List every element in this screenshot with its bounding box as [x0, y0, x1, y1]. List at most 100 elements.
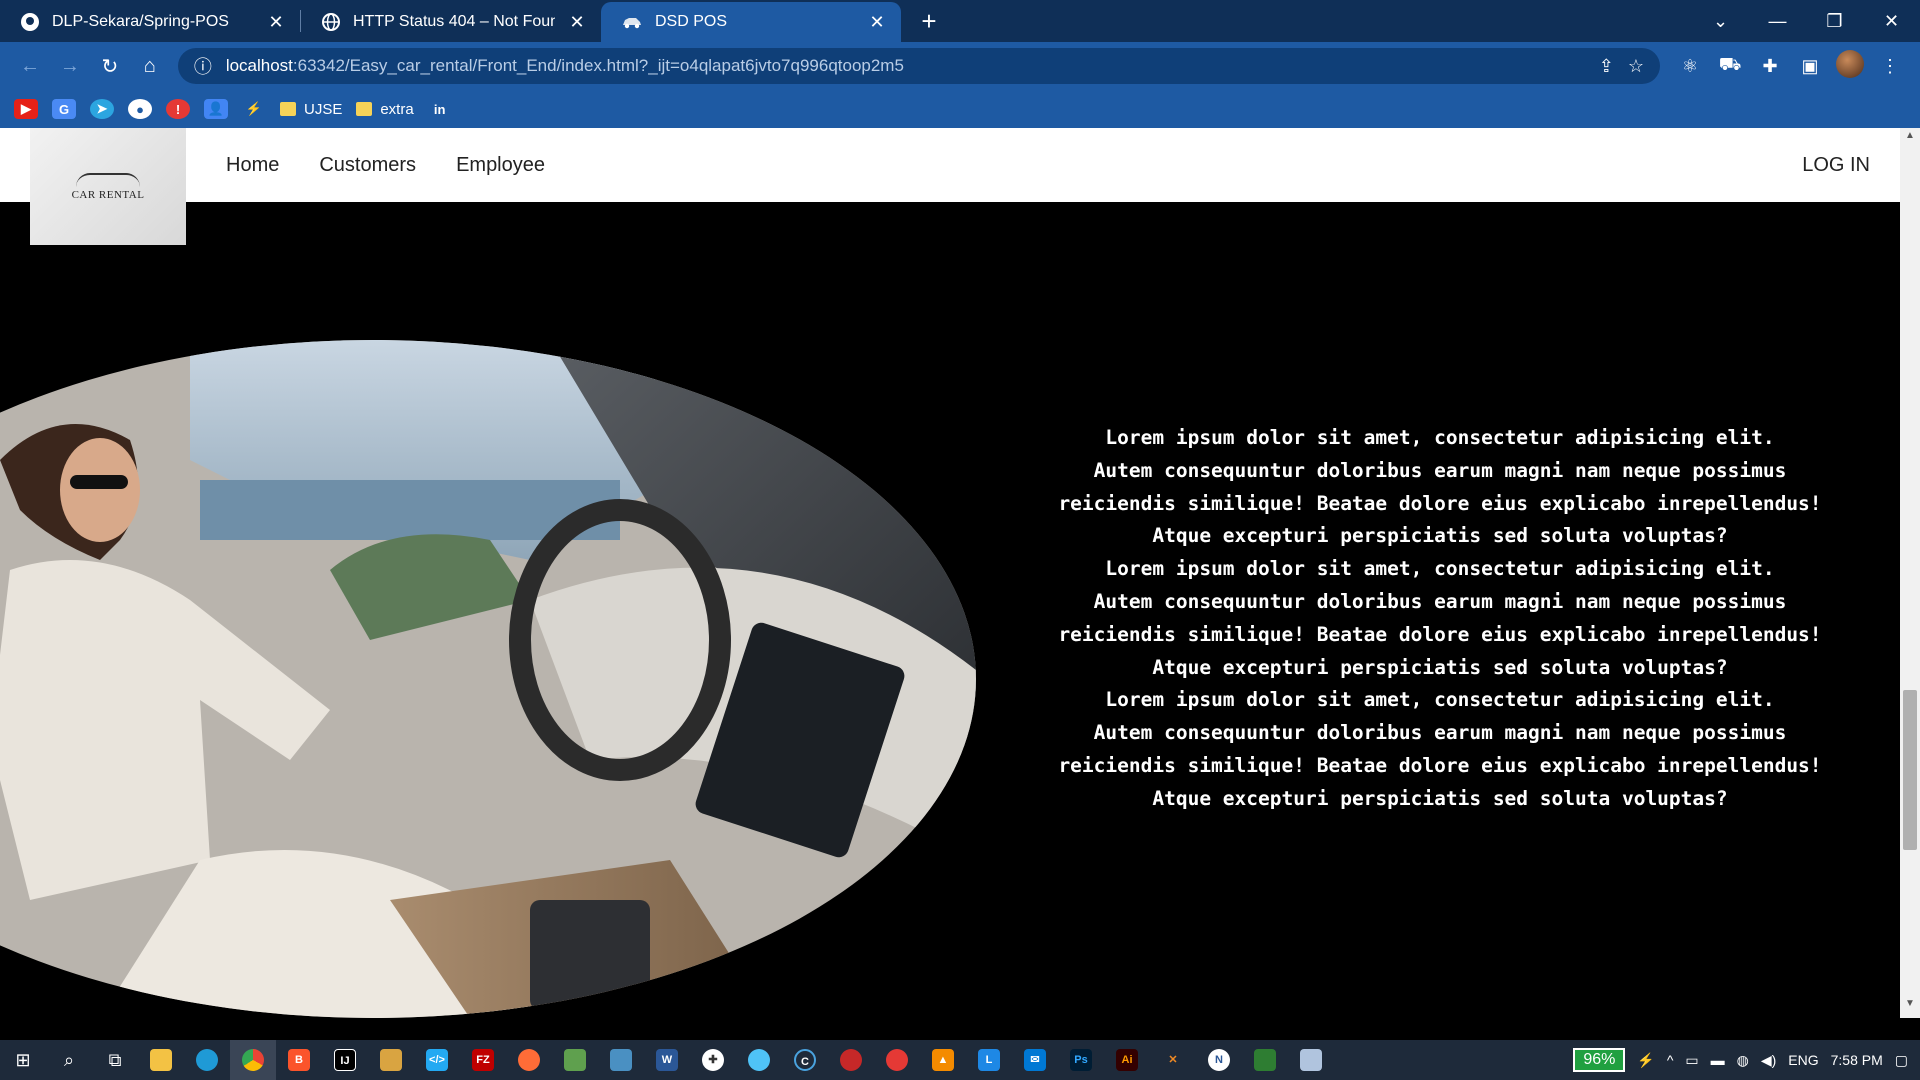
device-icon[interactable]: ▭ [1685, 1052, 1698, 1069]
home-button[interactable]: ⌂ [130, 55, 170, 78]
site-info-icon[interactable]: ⓘ [194, 53, 212, 79]
nav-employee[interactable]: Employee [456, 154, 545, 177]
login-link[interactable]: LOG IN [1802, 128, 1870, 202]
close-icon[interactable]: ✕ [867, 12, 887, 33]
windows-start-icon[interactable]: ⊞ [0, 1040, 46, 1080]
search-icon[interactable]: ⌕ [46, 1040, 92, 1080]
chrome-icon[interactable] [230, 1040, 276, 1080]
folder-icon [280, 102, 296, 116]
photoshop-icon[interactable]: Ps [1058, 1040, 1104, 1080]
app-icon[interactable] [874, 1040, 920, 1080]
bookmarks-bar: ▶ G ➤ ● ! 👤 ⚡ UJSE extra in [0, 90, 1920, 128]
app-icon[interactable]: ✕ [1150, 1040, 1196, 1080]
tab-dsd-pos[interactable]: DSD POS ✕ [601, 2, 901, 42]
volume-icon[interactable]: ◀) [1761, 1052, 1776, 1069]
tab-404[interactable]: HTTP Status 404 – Not Found ✕ [301, 2, 601, 42]
chevron-up-icon[interactable]: ^ [1667, 1052, 1674, 1068]
word-icon[interactable]: W [644, 1040, 690, 1080]
bookmark-contacts[interactable]: 👤 [204, 99, 228, 119]
profile-avatar[interactable] [1830, 49, 1870, 83]
reload-button[interactable]: ↻ [90, 54, 130, 79]
nav-home[interactable]: Home [226, 154, 279, 177]
language-indicator[interactable]: ENG [1788, 1052, 1818, 1068]
task-view-icon[interactable]: ⧉ [92, 1040, 138, 1080]
app-icon[interactable]: C [782, 1040, 828, 1080]
site-navbar: Home Customers Employee LOG IN [0, 128, 1900, 202]
app-icon[interactable]: N [1196, 1040, 1242, 1080]
close-icon[interactable]: ✕ [266, 12, 286, 33]
nodejs-icon[interactable] [552, 1040, 598, 1080]
app-icon[interactable] [1242, 1040, 1288, 1080]
menu-icon[interactable]: ⋮ [1870, 56, 1910, 77]
bookmark-github[interactable]: ● [128, 99, 152, 119]
app-icon[interactable]: L [966, 1040, 1012, 1080]
app-icon[interactable] [736, 1040, 782, 1080]
side-panel-icon[interactable]: ▣ [1790, 56, 1830, 77]
intellij-icon[interactable]: IJ [322, 1040, 368, 1080]
network-icon[interactable]: ◍ [1737, 1052, 1749, 1069]
scrollbar-thumb[interactable] [1903, 690, 1917, 850]
text-line: Atque excepturi perspiciatis sed soluta … [1152, 655, 1728, 679]
youtube-icon: ▶ [14, 99, 38, 119]
alert-icon: ! [166, 99, 190, 119]
bookmark-telegram[interactable]: ➤ [90, 99, 114, 119]
url-text: localhost:63342/Easy_car_rental/Front_En… [226, 56, 1585, 76]
intro-paragraph: Lorem ipsum dolor sit amet, consectetur … [1040, 422, 1840, 816]
scroll-down-arrow-icon[interactable]: ▼ [1900, 998, 1920, 1016]
battery-icon[interactable]: ▬ [1711, 1052, 1725, 1068]
windows-taskbar: ⊞ ⌕ ⧉ B IJ </> FZ W ✚ C ▲ L ✉ Ps Ai ✕ N … [0, 1040, 1920, 1080]
text-line: Atque excepturi perspiciatis sed soluta … [1152, 524, 1728, 548]
nav-customers[interactable]: Customers [319, 154, 416, 177]
puzzle-icon[interactable]: ✚ [1750, 56, 1790, 77]
vlc-icon[interactable]: ▲ [920, 1040, 966, 1080]
page-scrollbar[interactable]: ▲ ▼ [1900, 128, 1920, 1018]
text-line: Autem consequuntur doloribus earum magni… [1093, 589, 1787, 613]
bookmark-star-icon[interactable]: ☆ [1628, 56, 1644, 77]
tab-search-icon[interactable]: ⌄ [1692, 11, 1749, 32]
react-devtools-icon[interactable]: ⚛ [1670, 56, 1710, 77]
url-host: localhost [225, 56, 293, 75]
url-path: :63342/Easy_car_rental/Front_End/index.h… [292, 56, 904, 75]
bookmark-alert[interactable]: ! [166, 99, 190, 119]
filezilla-icon[interactable]: FZ [460, 1040, 506, 1080]
tab-github[interactable]: DLP-Sekara/Spring-POS ✕ [0, 2, 300, 42]
site-logo[interactable]: CAR RENTAL [30, 128, 186, 245]
back-button[interactable]: ← [10, 55, 50, 78]
scroll-up-arrow-icon[interactable]: ▲ [1900, 130, 1920, 148]
bookmark-folder-ujse[interactable]: UJSE [280, 101, 342, 118]
edge-icon[interactable] [184, 1040, 230, 1080]
app-icon[interactable]: ✚ [690, 1040, 736, 1080]
app-icon[interactable] [368, 1040, 414, 1080]
bookmark-translate[interactable]: G [52, 99, 76, 119]
close-window-button[interactable]: ✕ [1863, 11, 1920, 32]
postman-icon[interactable] [506, 1040, 552, 1080]
text-line: Lorem ipsum dolor sit amet, consectetur … [1105, 557, 1775, 581]
address-bar[interactable]: ⓘ localhost:63342/Easy_car_rental/Front_… [177, 48, 1661, 84]
bookmark-label: extra [380, 100, 414, 118]
bookmark-folder-extra[interactable]: extra [356, 100, 414, 118]
bookmark-youtube[interactable]: ▶ [14, 99, 38, 119]
file-explorer-icon[interactable] [138, 1040, 184, 1080]
brave-icon[interactable]: B [276, 1040, 322, 1080]
app-icon[interactable] [828, 1040, 874, 1080]
forward-button[interactable]: → [50, 55, 90, 78]
notifications-icon[interactable]: ▢ [1895, 1052, 1908, 1069]
extension-icon[interactable]: ⛟ [1710, 54, 1750, 78]
mail-icon[interactable]: ✉ [1012, 1040, 1058, 1080]
text-line: reiciendis similique! Beatae dolore eius… [1058, 622, 1822, 646]
illustrator-icon[interactable]: Ai [1104, 1040, 1150, 1080]
close-icon[interactable]: ✕ [567, 12, 587, 33]
new-tab-button[interactable]: + [909, 6, 949, 37]
share-icon[interactable]: ⇪ [1599, 56, 1614, 77]
vscode-icon[interactable]: </> [414, 1040, 460, 1080]
restore-button[interactable]: ❐ [1806, 11, 1863, 32]
battery-indicator[interactable]: 96% [1573, 1048, 1626, 1072]
bookmark-linkedin[interactable]: in [428, 99, 452, 119]
system-tray: 96% ⚡ ^ ▭ ▬ ◍ ◀) ENG 7:58 PM ▢ [1573, 1040, 1920, 1080]
bookmark-analytics[interactable]: ⚡ [242, 99, 266, 119]
translate-icon: G [52, 99, 76, 119]
minimize-button[interactable]: — [1749, 11, 1806, 32]
clock[interactable]: 7:58 PM [1831, 1052, 1883, 1068]
workbench-icon[interactable] [598, 1040, 644, 1080]
app-icon[interactable] [1288, 1040, 1334, 1080]
